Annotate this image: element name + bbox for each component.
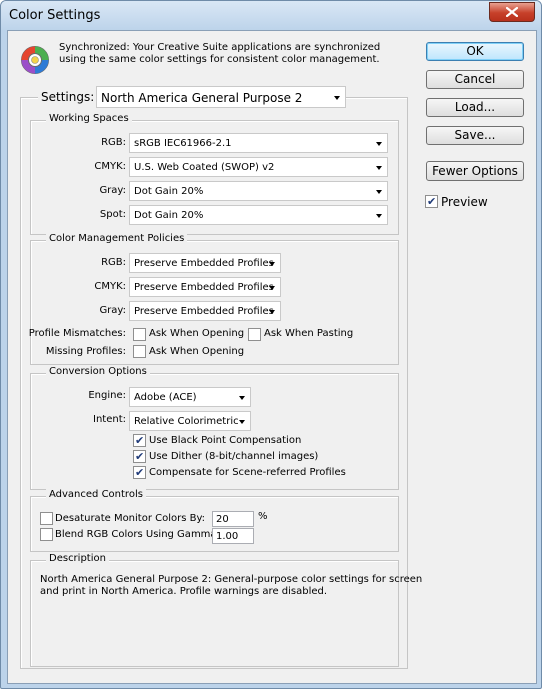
- ws-spot-label: Spot:: [99, 209, 126, 220]
- ws-rgb-value: sRGB IEC61966-2.1: [134, 138, 232, 149]
- pol-cmyk-dropdown[interactable]: Preserve Embedded Profiles: [129, 277, 281, 297]
- missing-ask-when-opening-checkbox[interactable]: ✔: [133, 345, 146, 358]
- scene-referred-checkbox[interactable]: ✔: [133, 466, 146, 479]
- desaturate-amount-field[interactable]: 20: [212, 511, 254, 527]
- checkmark-icon: ✔: [427, 195, 437, 208]
- fewer-options-button[interactable]: Fewer Options: [426, 161, 524, 181]
- close-icon: [506, 7, 518, 17]
- description-title: Description: [46, 553, 109, 564]
- checkmark-icon: ✔: [135, 434, 145, 447]
- chevron-down-icon: [239, 396, 245, 400]
- chevron-down-icon: [239, 420, 245, 424]
- ws-gray-value: Dot Gain 20%: [134, 186, 204, 197]
- pol-rgb-value: Preserve Embedded Profiles: [134, 258, 274, 269]
- ask-when-opening-checkbox[interactable]: ✔: [133, 328, 146, 341]
- chevron-down-icon: [376, 190, 382, 194]
- checkmark-icon: ✔: [135, 450, 145, 463]
- missing-ask-when-opening-label: Ask When Opening: [149, 346, 245, 357]
- preview-checkbox[interactable]: ✔: [425, 195, 438, 208]
- description-line2: and print in North America. Profile warn…: [40, 586, 328, 597]
- settings-label: Settings:: [38, 90, 98, 104]
- pol-cmyk-value: Preserve Embedded Profiles: [134, 282, 274, 293]
- profile-mismatches-label: Profile Mismatches:: [28, 328, 126, 339]
- ask-when-pasting-label: Ask When Pasting: [264, 328, 354, 339]
- ws-rgb-dropdown[interactable]: sRGB IEC61966-2.1: [129, 133, 388, 153]
- dither-checkbox[interactable]: ✔: [133, 450, 146, 463]
- cancel-button[interactable]: Cancel: [426, 70, 524, 89]
- blend-gamma-label: Blend RGB Colors Using Gamma:: [55, 529, 220, 540]
- chevron-down-icon: [376, 142, 382, 146]
- intent-dropdown[interactable]: Relative Colorimetric: [129, 411, 251, 431]
- window-title: Color Settings: [9, 8, 101, 23]
- pol-gray-dropdown[interactable]: Preserve Embedded Profiles: [129, 301, 281, 321]
- dialog-body: Synchronized: Your Creative Suite applic…: [7, 30, 537, 684]
- black-point-checkbox[interactable]: ✔: [133, 434, 146, 447]
- close-button[interactable]: [489, 2, 535, 22]
- dither-label: Use Dither (8-bit/channel images): [149, 451, 319, 462]
- ws-cmyk-label: CMYK:: [94, 161, 126, 172]
- description-line1: North America General Purpose 2: General…: [40, 574, 423, 585]
- pol-gray-value: Preserve Embedded Profiles: [134, 306, 274, 317]
- chevron-down-icon: [376, 214, 382, 218]
- save-button[interactable]: Save...: [426, 126, 524, 145]
- chevron-down-icon: [269, 286, 275, 290]
- pol-cmyk-label: CMYK:: [94, 281, 126, 292]
- ws-rgb-label: RGB:: [101, 137, 126, 148]
- settings-dropdown[interactable]: North America General Purpose 2: [96, 86, 346, 108]
- desaturate-unit: %: [258, 511, 268, 522]
- desaturate-label: Desaturate Monitor Colors By:: [55, 513, 206, 524]
- working-spaces-title: Working Spaces: [46, 113, 132, 124]
- black-point-label: Use Black Point Compensation: [149, 435, 302, 446]
- ws-gray-dropdown[interactable]: Dot Gain 20%: [129, 181, 388, 201]
- intent-label: Intent:: [93, 414, 126, 425]
- engine-dropdown[interactable]: Adobe (ACE): [129, 387, 251, 407]
- checkmark-icon: ✔: [135, 466, 145, 479]
- conversion-title: Conversion Options: [46, 366, 150, 377]
- chevron-down-icon: [376, 166, 382, 170]
- missing-profiles-label: Missing Profiles:: [45, 346, 126, 357]
- chevron-down-icon: [269, 310, 275, 314]
- title-bar[interactable]: Color Settings: [1, 1, 541, 31]
- intent-value: Relative Colorimetric: [134, 416, 239, 427]
- engine-label: Engine:: [88, 390, 126, 401]
- engine-value: Adobe (ACE): [134, 392, 197, 403]
- ws-spot-dropdown[interactable]: Dot Gain 20%: [129, 205, 388, 225]
- ok-button[interactable]: OK: [426, 42, 524, 61]
- chevron-down-icon: [269, 262, 275, 266]
- desaturate-amount-value: 20: [216, 514, 229, 525]
- scene-referred-label: Compensate for Scene-referred Profiles: [149, 467, 346, 478]
- settings-value: North America General Purpose 2: [101, 91, 303, 105]
- policies-title: Color Management Policies: [46, 233, 188, 244]
- pol-rgb-label: RGB:: [101, 257, 126, 268]
- load-button[interactable]: Load...: [426, 98, 524, 117]
- ws-cmyk-value: U.S. Web Coated (SWOP) v2: [134, 162, 275, 173]
- advanced-title: Advanced Controls: [46, 489, 146, 500]
- blend-gamma-checkbox[interactable]: ✔: [40, 528, 53, 541]
- chevron-down-icon: [334, 96, 340, 100]
- ask-when-opening-label: Ask When Opening: [149, 328, 245, 339]
- blend-gamma-value: 1.00: [216, 531, 239, 542]
- pol-rgb-dropdown[interactable]: Preserve Embedded Profiles: [129, 253, 281, 273]
- desaturate-checkbox[interactable]: ✔: [40, 512, 53, 525]
- sync-color-wheel-icon: [21, 46, 49, 74]
- sync-message-line1: Synchronized: Your Creative Suite applic…: [59, 42, 381, 53]
- blend-gamma-field[interactable]: 1.00: [212, 528, 254, 544]
- ws-spot-value: Dot Gain 20%: [134, 210, 204, 221]
- color-settings-window: Color Settings Synchronized: Your Creati…: [0, 0, 542, 689]
- ws-gray-label: Gray:: [99, 185, 126, 196]
- pol-gray-label: Gray:: [99, 305, 126, 316]
- ask-when-pasting-checkbox[interactable]: ✔: [248, 328, 261, 341]
- sync-message-line2: using the same color settings for consis…: [59, 54, 380, 65]
- preview-label: Preview: [441, 195, 488, 209]
- ws-cmyk-dropdown[interactable]: U.S. Web Coated (SWOP) v2: [129, 157, 388, 177]
